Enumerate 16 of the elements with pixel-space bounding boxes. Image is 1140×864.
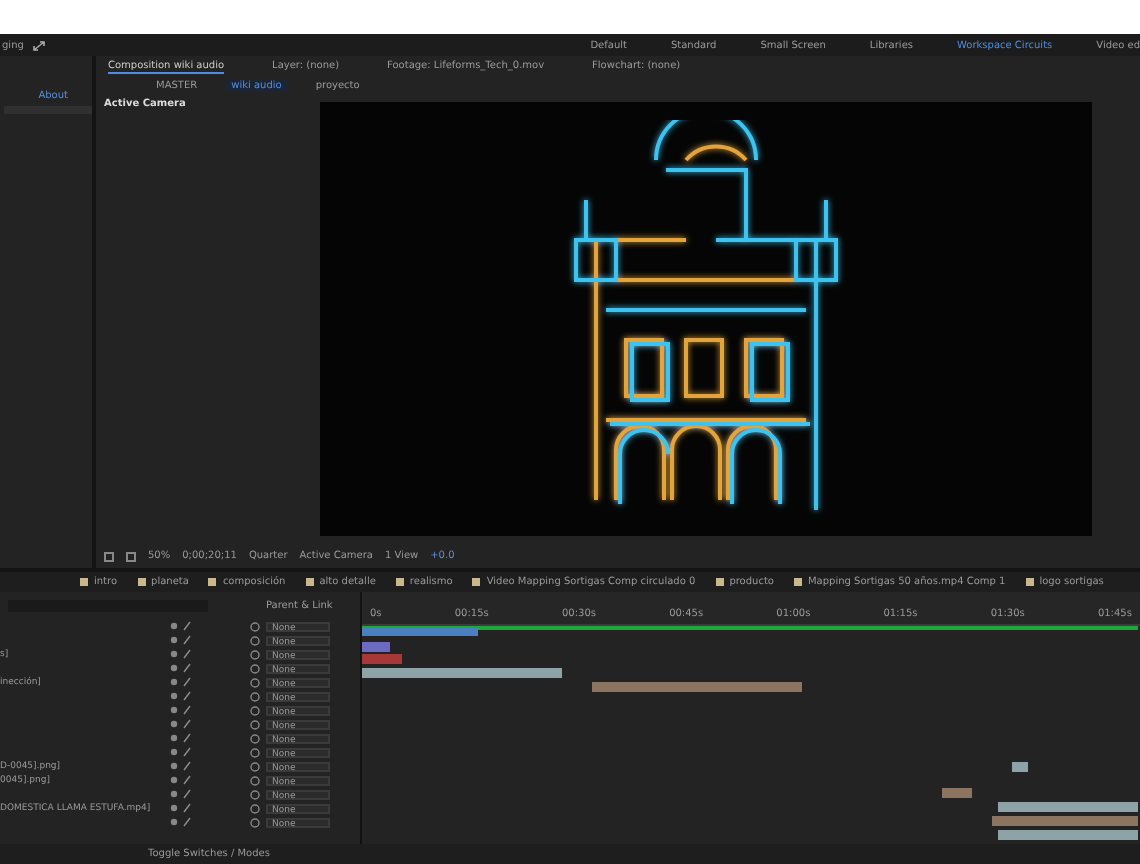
layer-switches-icon[interactable] [168, 690, 196, 702]
layer-switches-icon[interactable] [168, 662, 196, 674]
layer-switches-icon[interactable] [168, 774, 196, 786]
layer-switches-icon[interactable] [168, 718, 196, 730]
layer-switches-icon[interactable] [168, 676, 196, 688]
layer-switches-icon[interactable] [168, 620, 196, 632]
layer-switches-icon[interactable] [168, 760, 196, 772]
layer-switches-icon[interactable] [168, 648, 196, 660]
layer-switches-icon[interactable] [168, 704, 196, 716]
layer-switches-icon[interactable] [168, 746, 196, 758]
layer-switches-icon[interactable] [168, 634, 196, 646]
layer-switches-icon[interactable] [168, 802, 196, 814]
layer-switches-icon[interactable] [168, 788, 196, 800]
layer-switches-icon[interactable] [168, 816, 196, 828]
layer-switches-icon[interactable] [168, 732, 196, 744]
expand-icon[interactable] [31, 39, 46, 51]
